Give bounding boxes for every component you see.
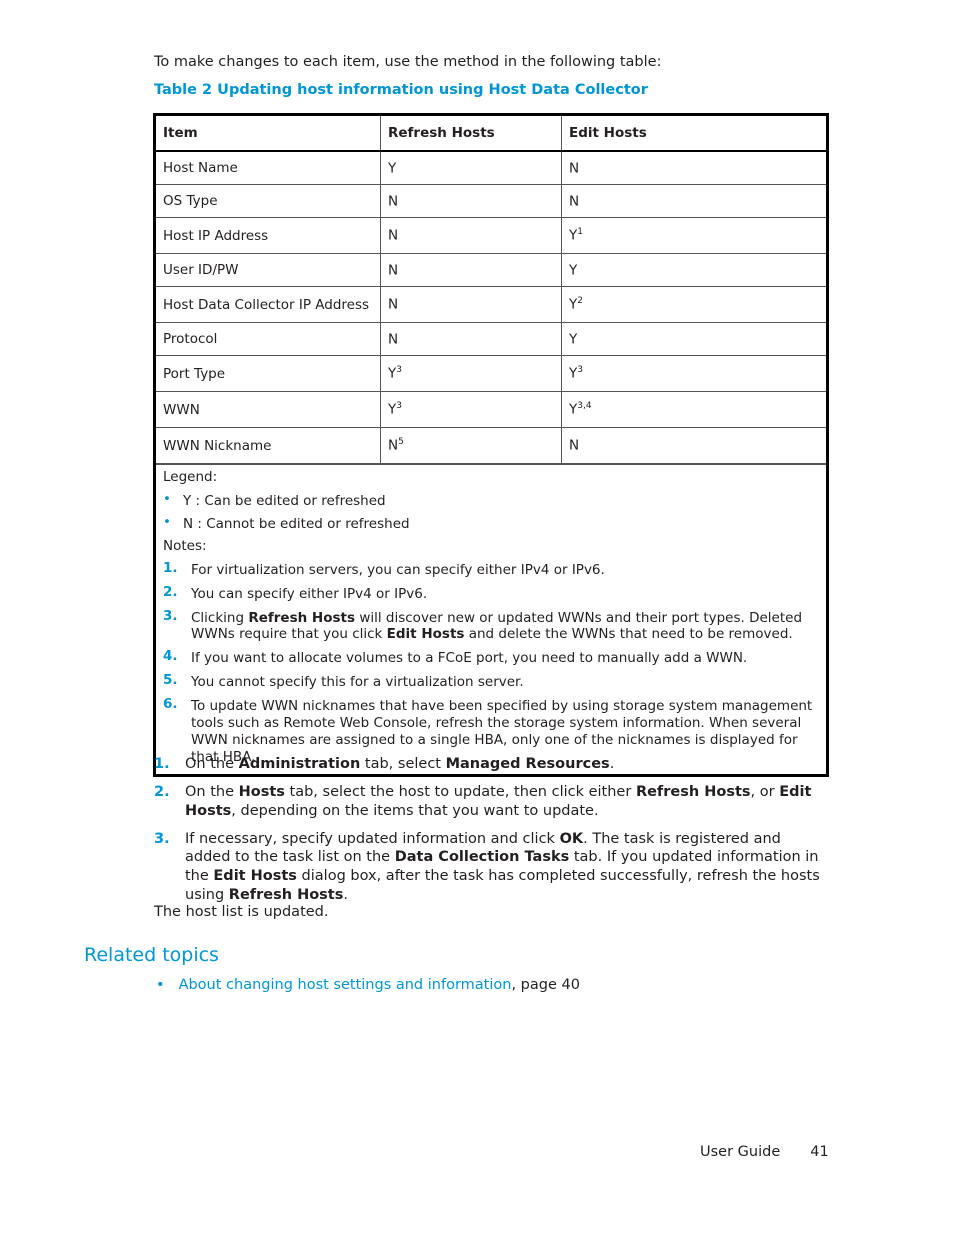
footer-title: User Guide bbox=[700, 1144, 781, 1160]
cell-item: Protocol bbox=[156, 322, 381, 356]
cell-edit: Y3,4 bbox=[561, 391, 826, 428]
related-topics-heading: Related topics bbox=[84, 944, 219, 966]
table-caption: Table 2 Updating host information using … bbox=[154, 82, 648, 98]
cell-edit: Y3 bbox=[561, 355, 826, 392]
note-item: 3. Clicking Refresh Hosts will discover … bbox=[163, 607, 803, 643]
header-refresh-hosts: Refresh Hosts bbox=[380, 116, 562, 152]
host-update-table: Item Refresh Hosts Edit Hosts Host Name … bbox=[153, 113, 829, 777]
related-topic-item: • About changing host settings and inform… bbox=[156, 977, 580, 993]
table-row: WWN Nickname N5 N bbox=[156, 427, 826, 464]
cell-edit: N bbox=[561, 150, 826, 185]
cell-refresh: N bbox=[380, 217, 562, 254]
cell-item: Port Type bbox=[156, 355, 381, 392]
intro-text: To make changes to each item, use the me… bbox=[154, 54, 662, 70]
cell-edit: Y2 bbox=[561, 286, 826, 323]
note-item: 1. For virtualization servers, you can s… bbox=[163, 559, 605, 578]
cell-item: User ID/PW bbox=[156, 253, 381, 287]
bullet-icon: • bbox=[163, 514, 171, 531]
cell-item: Host Data Collector IP Address bbox=[156, 286, 381, 323]
note-item: 5. You cannot specify this for a virtual… bbox=[163, 672, 524, 691]
cell-refresh: Y3 bbox=[380, 391, 562, 428]
legend-item: • Y : Can be edited or refreshed bbox=[163, 490, 386, 509]
result-text: The host list is updated. bbox=[154, 904, 329, 920]
notes-label: Notes: bbox=[163, 538, 207, 555]
table-row: OS Type N N bbox=[156, 184, 826, 218]
step-item: 2. On the Hosts tab, select the host to … bbox=[154, 783, 812, 819]
table-row: WWN Y3 Y3,4 bbox=[156, 391, 826, 428]
header-edit-hosts: Edit Hosts bbox=[561, 116, 826, 152]
bullet-icon: • bbox=[163, 490, 171, 507]
table-row: Host IP Address N Y1 bbox=[156, 217, 826, 254]
cell-refresh: N5 bbox=[380, 427, 562, 464]
cell-item: WWN bbox=[156, 391, 381, 428]
note-item: 2. You can specify either IPv4 or IPv6. bbox=[163, 583, 428, 602]
cell-refresh: N bbox=[380, 322, 562, 356]
cell-refresh: N bbox=[380, 184, 562, 218]
cell-refresh: N bbox=[380, 286, 562, 323]
legend-label: Legend: bbox=[163, 469, 218, 485]
cell-item: Host IP Address bbox=[156, 217, 381, 254]
related-topic-link[interactable]: About changing host settings and informa… bbox=[179, 977, 512, 993]
legend-item: • N : Cannot be edited or refreshed bbox=[163, 514, 410, 533]
table-row: Host Name Y N bbox=[156, 150, 826, 185]
step-item: 1. On the Administration tab, select Man… bbox=[154, 756, 615, 772]
related-topic-page: , page 40 bbox=[511, 977, 580, 993]
cell-edit: Y bbox=[561, 253, 826, 287]
table-notes: Legend: • Y : Can be edited or refreshed… bbox=[156, 464, 826, 774]
cell-item: WWN Nickname bbox=[156, 427, 381, 464]
cell-edit: Y1 bbox=[561, 217, 826, 254]
table-row: Protocol N Y bbox=[156, 322, 826, 356]
cell-refresh: Y bbox=[380, 150, 562, 185]
cell-edit: Y bbox=[561, 322, 826, 356]
header-item: Item bbox=[156, 116, 381, 152]
table-header-row: Item Refresh Hosts Edit Hosts bbox=[156, 116, 826, 152]
cell-item: OS Type bbox=[156, 184, 381, 218]
table-row: Host Data Collector IP Address N Y2 bbox=[156, 286, 826, 323]
procedure-steps: 1. On the Administration tab, select Man… bbox=[154, 755, 830, 914]
cell-refresh: Y3 bbox=[380, 355, 562, 392]
table-row: Port Type Y3 Y3 bbox=[156, 355, 826, 392]
page-footer: User Guide 41 bbox=[700, 1144, 829, 1160]
cell-edit: N bbox=[561, 427, 826, 464]
page-number: 41 bbox=[810, 1144, 829, 1160]
table-row: User ID/PW N Y bbox=[156, 253, 826, 287]
cell-refresh: N bbox=[380, 253, 562, 287]
step-item: 3. If necessary, specify updated informa… bbox=[154, 830, 820, 904]
cell-edit: N bbox=[561, 184, 826, 218]
note-item: 4. If you want to allocate volumes to a … bbox=[163, 648, 748, 667]
bullet-icon: • bbox=[156, 977, 165, 993]
cell-item: Host Name bbox=[156, 150, 381, 185]
